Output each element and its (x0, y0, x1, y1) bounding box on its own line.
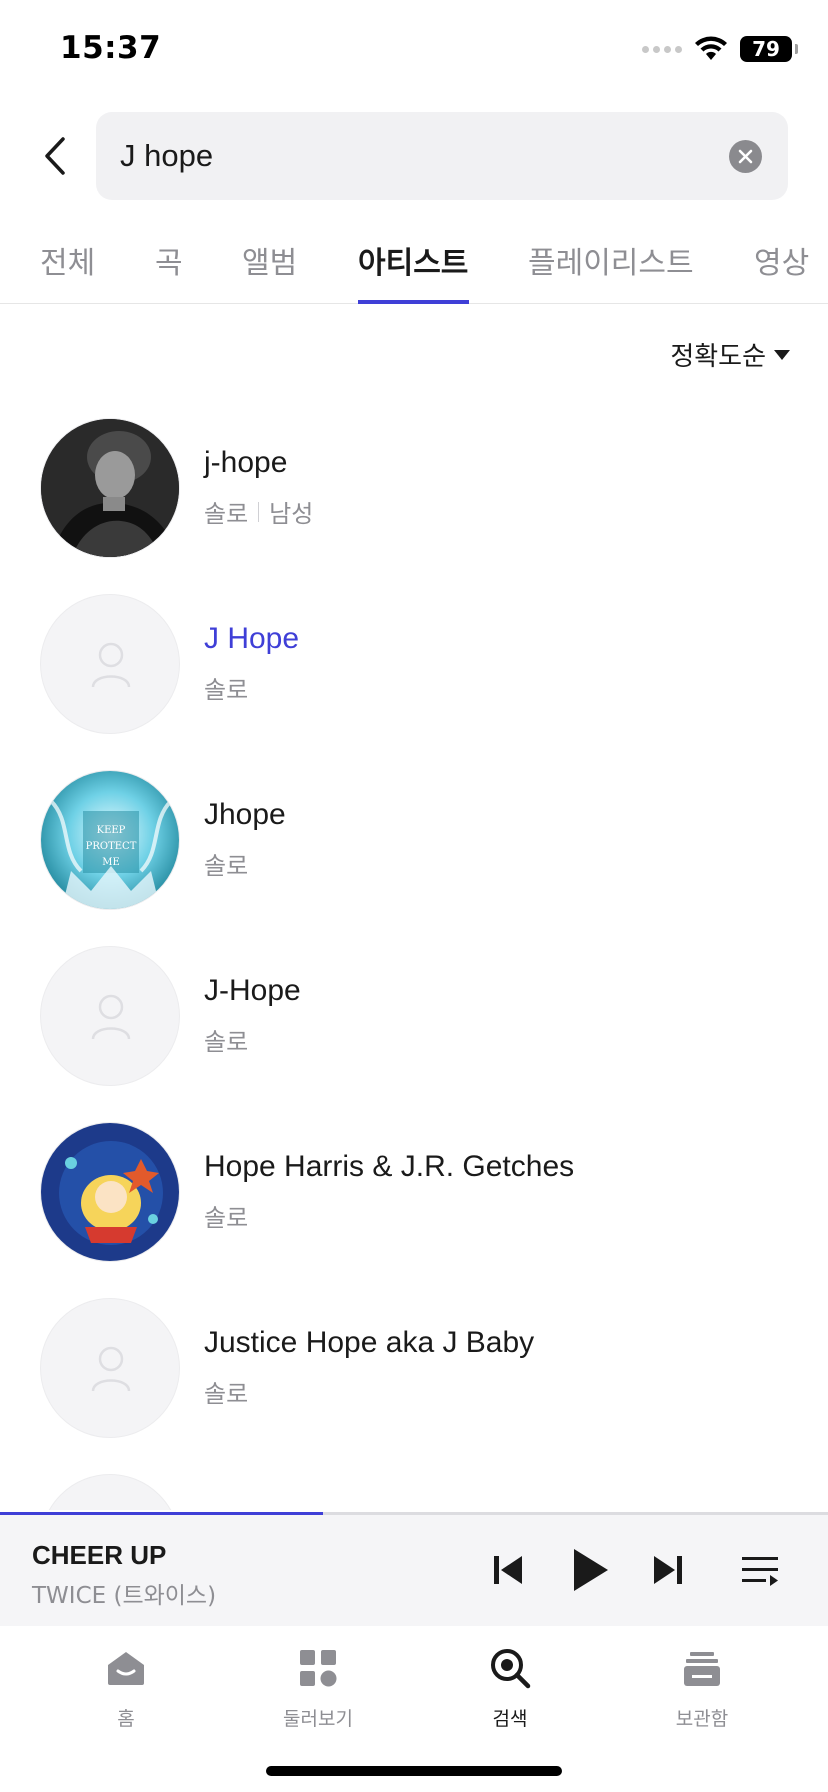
clear-search-button[interactable] (729, 140, 762, 173)
play-button[interactable] (562, 1542, 618, 1598)
nav-library[interactable]: 보관함 (622, 1636, 782, 1746)
artist-meta: 솔로 (204, 1022, 248, 1057)
artist-list: j-hope 솔로 남성 J Hope 솔로 KEEP PROTECT ME J… (0, 410, 828, 1510)
album-art: KEEP PROTECT ME (40, 770, 180, 910)
home-indicator (266, 1766, 562, 1776)
search-header (0, 112, 828, 200)
person-icon (91, 1346, 131, 1392)
artist-type: 솔로 (204, 1204, 249, 1232)
sort-dropdown[interactable]: 정확도순 (670, 336, 790, 373)
status-indicators: 79 (642, 34, 798, 64)
placeholder-avatar (40, 946, 180, 1086)
nav-search[interactable]: 검색 (430, 1636, 590, 1746)
svg-text:KEEP: KEEP (97, 825, 126, 836)
meta-divider (258, 501, 260, 522)
next-button[interactable] (640, 1542, 696, 1598)
artist-item[interactable]: j-hope 솔로 남성 (0, 410, 828, 586)
tab-videos[interactable]: 영상 (754, 238, 809, 304)
now-playing-artist: TWICE (트와이스) (32, 1583, 217, 1609)
now-playing-title: CHEER UP (32, 1540, 167, 1570)
nav-label: 둘러보기 (283, 1708, 353, 1730)
artist-name: J Hope (204, 622, 300, 655)
play-icon (574, 1549, 608, 1591)
nav-browse[interactable]: 둘러보기 (238, 1636, 398, 1746)
album-art (40, 1122, 180, 1262)
browse-grid-icon (294, 1644, 342, 1692)
tab-all[interactable]: 전체 (40, 238, 95, 304)
artist-meta: 솔로 (204, 670, 248, 705)
playlist-queue-icon (742, 1557, 778, 1586)
active-tab-indicator (358, 300, 469, 304)
nav-home[interactable]: 홈 (46, 1636, 206, 1746)
playback-progress-track[interactable] (0, 1512, 828, 1515)
artist-item[interactable]: J Hope 솔로 (0, 586, 828, 762)
caret-down-icon (774, 349, 790, 360)
search-icon (486, 1644, 534, 1692)
status-bar: 15:37 79 (0, 0, 828, 100)
nav-label: 보관함 (675, 1708, 729, 1730)
search-box (96, 112, 788, 200)
artist-meta: 솔로 남성 (204, 494, 313, 529)
placeholder-avatar (40, 1298, 180, 1438)
artist-meta: 솔로 (204, 846, 248, 881)
artist-type: 솔로 (204, 500, 249, 528)
nav-label: 홈 (117, 1708, 135, 1730)
skip-back-icon (494, 1556, 522, 1584)
artist-meta: 솔로 (204, 1198, 248, 1233)
tab-albums[interactable]: 앨범 (242, 238, 297, 304)
battery-icon: 79 (740, 36, 798, 62)
back-button[interactable] (30, 126, 80, 186)
artist-name: J-Hope (204, 974, 301, 1007)
artist-type: 솔로 (204, 1028, 249, 1056)
mini-player[interactable]: CHEER UP TWICE (트와이스) (0, 1512, 828, 1626)
playback-progress-fill (0, 1512, 323, 1515)
artist-item[interactable] (0, 1466, 828, 1510)
person-icon (91, 642, 131, 688)
svg-text:PROTECT: PROTECT (86, 841, 137, 852)
artist-item[interactable]: Hope Harris & J.R. Getches 솔로 (0, 1114, 828, 1290)
artist-type: 솔로 (204, 852, 249, 880)
nav-label: 검색 (492, 1708, 528, 1730)
cellular-signal-icon (642, 45, 682, 53)
person-icon (91, 994, 131, 1040)
artist-type: 솔로 (204, 676, 249, 704)
artist-photo (40, 418, 180, 558)
skip-forward-icon (654, 1556, 682, 1584)
artist-meta: 솔로 (204, 1374, 248, 1409)
status-time: 15:37 (60, 30, 162, 66)
artist-name: Hope Harris & J.R. Getches (204, 1150, 575, 1183)
library-icon (678, 1644, 726, 1692)
artist-item[interactable]: Justice Hope aka J Baby 솔로 (0, 1290, 828, 1466)
artist-item[interactable]: KEEP PROTECT ME Jhope 솔로 (0, 762, 828, 938)
artist-name: j-hope (204, 446, 288, 479)
queue-button[interactable] (732, 1542, 788, 1598)
tab-artists[interactable]: 아티스트 (358, 238, 468, 304)
home-icon (102, 1644, 150, 1692)
artist-name: Justice Hope aka J Baby (204, 1326, 535, 1359)
sort-label: 정확도순 (670, 342, 766, 372)
artist-name: Jhope (204, 798, 286, 831)
chevron-left-icon (45, 137, 65, 175)
search-input[interactable] (120, 112, 700, 200)
close-icon (738, 149, 753, 164)
category-tabs: 전체 곡 앨범 아티스트 플레이리스트 영상 (0, 228, 828, 304)
artist-type: 솔로 (204, 1380, 249, 1408)
wifi-icon (695, 36, 727, 60)
placeholder-avatar (40, 594, 180, 734)
artist-gender: 남성 (269, 500, 314, 528)
artist-item[interactable]: J-Hope 솔로 (0, 938, 828, 1114)
tab-playlists[interactable]: 플레이리스트 (528, 238, 694, 304)
placeholder-avatar (40, 1474, 180, 1510)
battery-level: 79 (740, 36, 792, 62)
previous-button[interactable] (480, 1542, 536, 1598)
tab-songs[interactable]: 곡 (155, 238, 183, 304)
